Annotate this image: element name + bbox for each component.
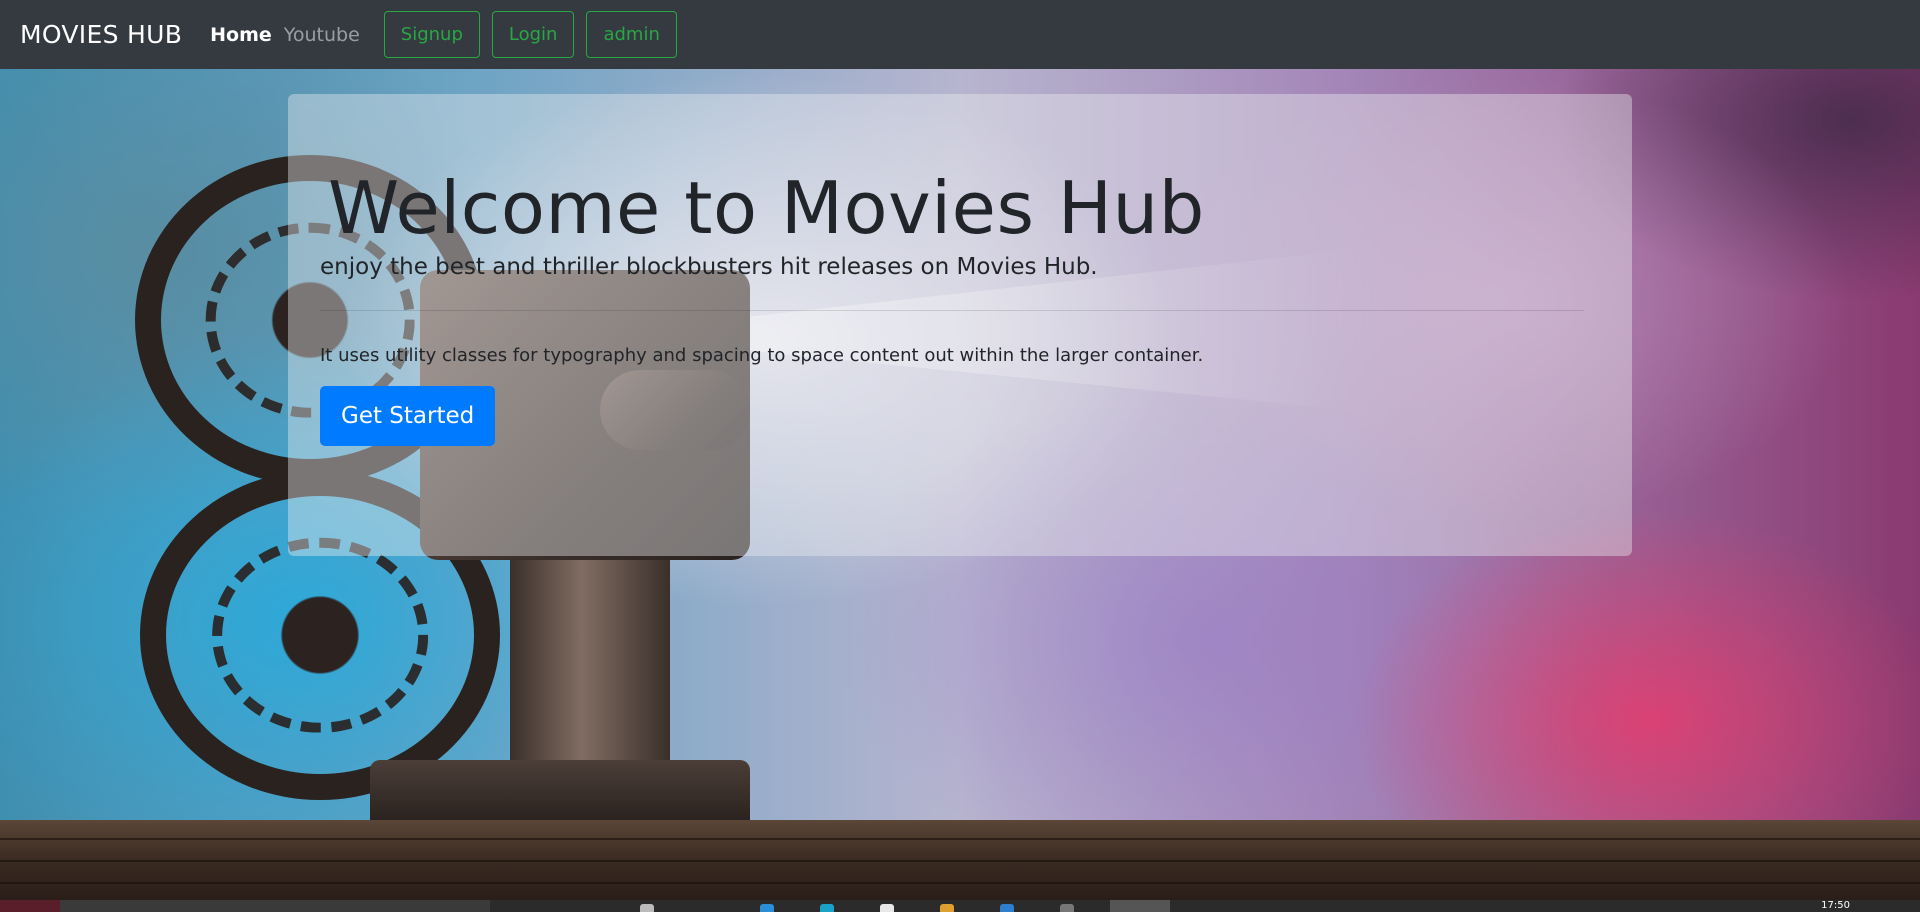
description-text: It uses utility classes for typography a… (320, 345, 1204, 366)
vscode-icon[interactable] (1000, 904, 1014, 912)
get-started-button[interactable]: Get Started (320, 386, 496, 446)
signup-button[interactable]: Signup (383, 11, 480, 58)
chrome-icon[interactable] (880, 904, 894, 912)
floor-plank-line (0, 860, 1920, 862)
brand-logo[interactable]: MOVIES HUB (20, 20, 182, 49)
taskbar-clock[interactable]: 17:50 (1821, 900, 1850, 912)
admin-button[interactable]: admin (586, 11, 677, 58)
active-app-indicator[interactable] (1110, 900, 1170, 912)
page-title: Welcome to Movies Hub (328, 166, 1205, 250)
task-view-icon[interactable] (640, 904, 654, 912)
top-navbar: MOVIES HUB Home Youtube Signup Login adm… (0, 0, 1920, 69)
store-icon[interactable] (820, 904, 834, 912)
taskbar-search-box[interactable] (60, 900, 490, 912)
edge-browser-icon[interactable] (760, 904, 774, 912)
nav-link-home[interactable]: Home (210, 24, 272, 46)
os-taskbar: 17:50 (0, 900, 1920, 912)
file-explorer-icon[interactable] (940, 904, 954, 912)
page: MOVIES HUB Home Youtube Signup Login adm… (0, 0, 1920, 912)
floor-plank-line (0, 882, 1920, 884)
terminal-icon[interactable] (1060, 904, 1074, 912)
nav-link-youtube[interactable]: Youtube (284, 24, 360, 46)
floor-plank-line (0, 838, 1920, 840)
lead-text: enjoy the best and thriller blockbusters… (320, 254, 1098, 280)
start-button[interactable] (0, 900, 60, 912)
projector-stand (510, 560, 670, 780)
divider (320, 310, 1584, 311)
login-button[interactable]: Login (491, 11, 575, 58)
wooden-floor (0, 820, 1920, 900)
welcome-jumbotron: Welcome to Movies Hub enjoy the best and… (288, 94, 1632, 556)
